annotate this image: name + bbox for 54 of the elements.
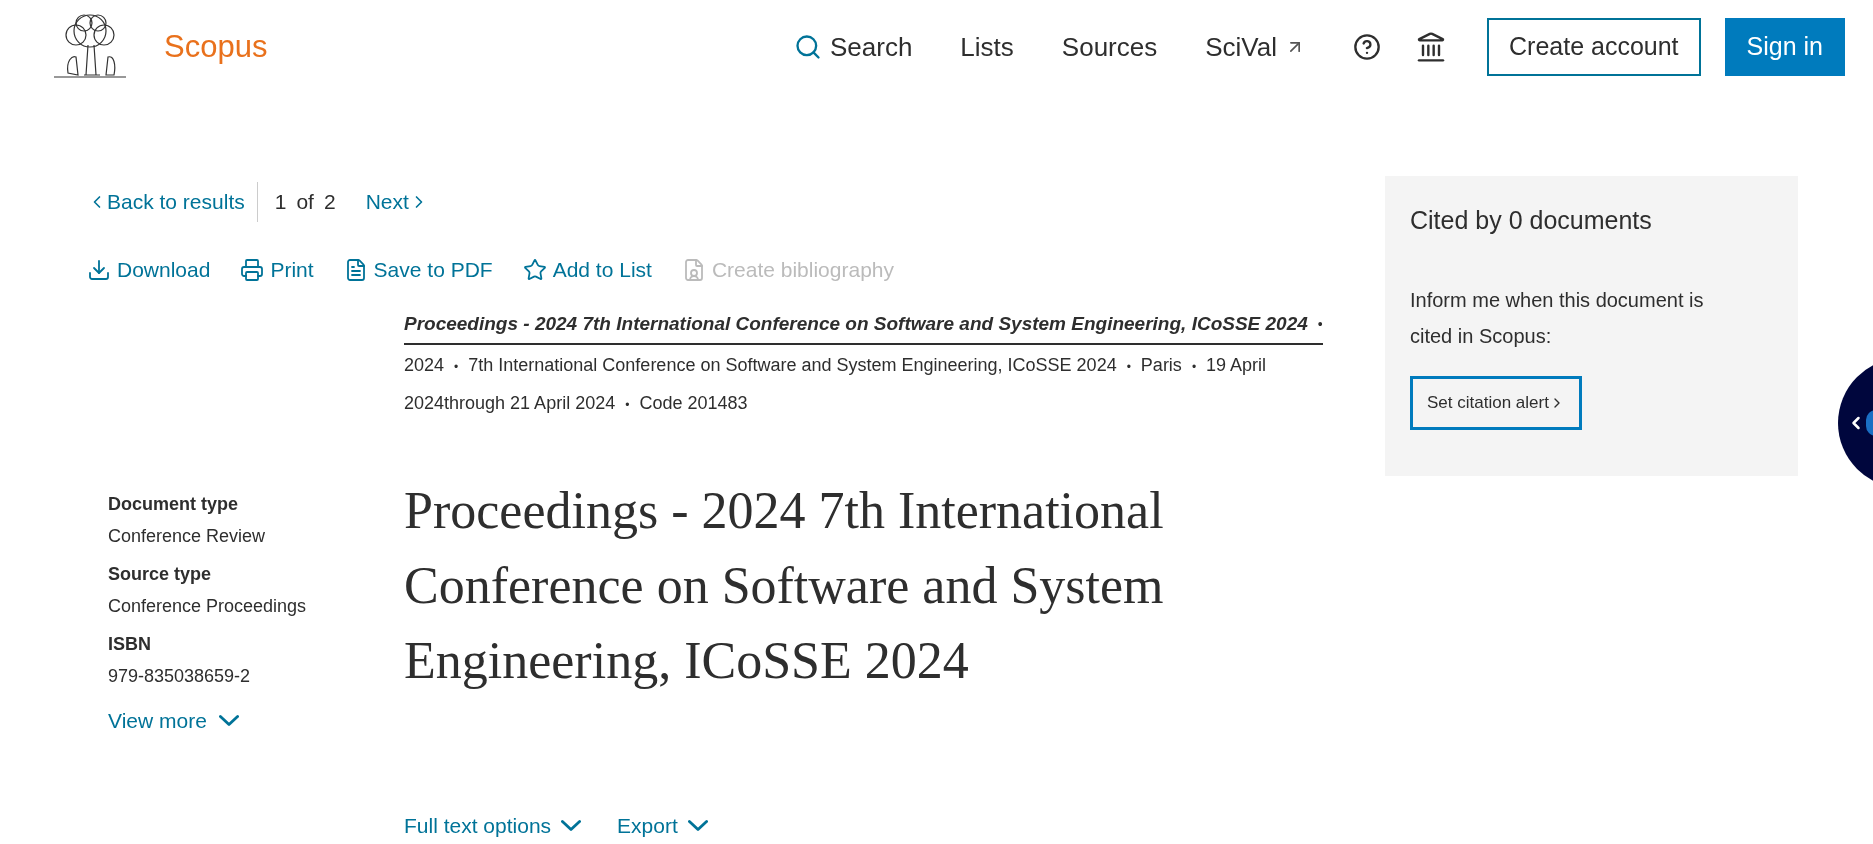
- result-position: 1: [274, 189, 287, 216]
- nav-label: SciVal: [1205, 30, 1277, 64]
- action-label: Print: [270, 257, 314, 284]
- action-label: Download: [117, 257, 211, 284]
- help-icon[interactable]: [1353, 33, 1381, 61]
- next-link[interactable]: Next: [365, 186, 429, 218]
- nav-link[interactable]: Search: [793, 27, 913, 67]
- search-icon: [793, 33, 822, 61]
- back-to-results-link[interactable]: Back to results: [87, 182, 258, 222]
- metadata-label: Source type: [108, 563, 213, 586]
- source-title-link[interactable]: Proceedings - 2024 7th International Conference on Software and System Engineering, ICoSSE 2024: [404, 310, 1308, 339]
- toolbar-action[interactable]: Add to List: [522, 254, 652, 286]
- metadata-label: Document type: [108, 493, 240, 516]
- action-label: Save to PDF: [373, 257, 493, 284]
- view-more-link[interactable]: View more: [108, 705, 404, 737]
- nav-label: Search: [829, 30, 913, 64]
- dropdown-label: Export: [617, 812, 678, 839]
- dropdown-label: Full text options: [404, 812, 552, 839]
- metadata-value: Conference Proceedings: [108, 595, 308, 618]
- nav-link[interactable]: Lists: [960, 27, 1014, 67]
- source-details: 2024 • 7th International Conference on Software and System Engineering, ICoSSE 2024 • Paris • 19 April 2024through 21 April 2024 • Code 201483: [404, 353, 1268, 415]
- action-label: Create bibliography: [711, 257, 894, 284]
- alert-description: Inform me when this document is cited in Scopus:: [1410, 287, 1705, 349]
- result-position-of: of: [296, 189, 314, 216]
- sign-in-button[interactable]: Sign in: [1724, 18, 1845, 76]
- result-total: 2: [323, 189, 336, 216]
- institution-icon[interactable]: [1415, 31, 1447, 63]
- printer-icon: [240, 258, 265, 282]
- metadata-value: 979-835038659-2: [108, 665, 252, 688]
- bullet-separator: •: [1317, 314, 1323, 334]
- brand-name[interactable]: Scopus: [164, 23, 268, 71]
- star-icon: [522, 258, 547, 282]
- set-citation-alert-button[interactable]: Set citation alert: [1410, 375, 1582, 430]
- chevron-down-icon: [687, 819, 708, 831]
- metadata-value: Conference Review: [108, 525, 267, 548]
- metadata-label: ISBN: [108, 633, 152, 656]
- dropdown-button[interactable]: Export: [617, 809, 708, 841]
- next-label: Next: [365, 189, 409, 216]
- set-alert-label: Set citation alert: [1427, 391, 1549, 414]
- chevron-down-icon: [218, 715, 239, 727]
- create-account-button[interactable]: Create account: [1487, 18, 1701, 76]
- chevron-down-icon: [561, 819, 582, 831]
- nav-link[interactable]: SciVal: [1205, 27, 1305, 67]
- action-label: Add to List: [552, 257, 652, 284]
- document-title: Proceedings - 2024 7th International Conference on Software and System Engineering, ICoSSE 2024: [404, 480, 1165, 691]
- cited-by-heading: Cited by 0 documents: [1410, 205, 1653, 236]
- toolbar-action[interactable]: Print: [240, 254, 314, 286]
- nav-link[interactable]: Sources: [1061, 27, 1158, 67]
- download-icon: [87, 258, 111, 282]
- view-more-label: View more: [108, 708, 207, 734]
- dropdown-button[interactable]: Full text options: [404, 809, 582, 841]
- back-label: Back to results: [107, 189, 245, 216]
- toolbar-action[interactable]: Save to PDF: [343, 254, 493, 286]
- toolbar-action[interactable]: Download: [87, 254, 211, 286]
